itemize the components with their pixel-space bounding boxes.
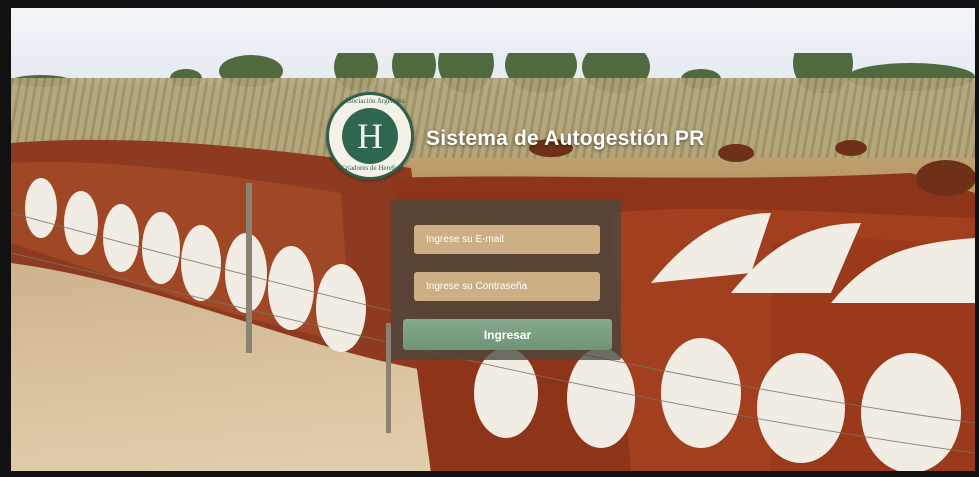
password-field[interactable]	[414, 272, 600, 301]
page-title: Sistema de Autogestión PR	[426, 127, 705, 150]
email-field[interactable]	[414, 225, 600, 254]
logo-center: H	[342, 108, 398, 164]
logo-ring-bottom: Criadores de Hereford	[341, 164, 404, 172]
login-button[interactable]: Ingresar	[403, 319, 612, 350]
association-logo: H Asociación Argentina Criadores de Here…	[326, 92, 414, 180]
logo-letter: H	[357, 116, 383, 156]
logo-ring-top: Asociación Argentina	[344, 97, 405, 105]
